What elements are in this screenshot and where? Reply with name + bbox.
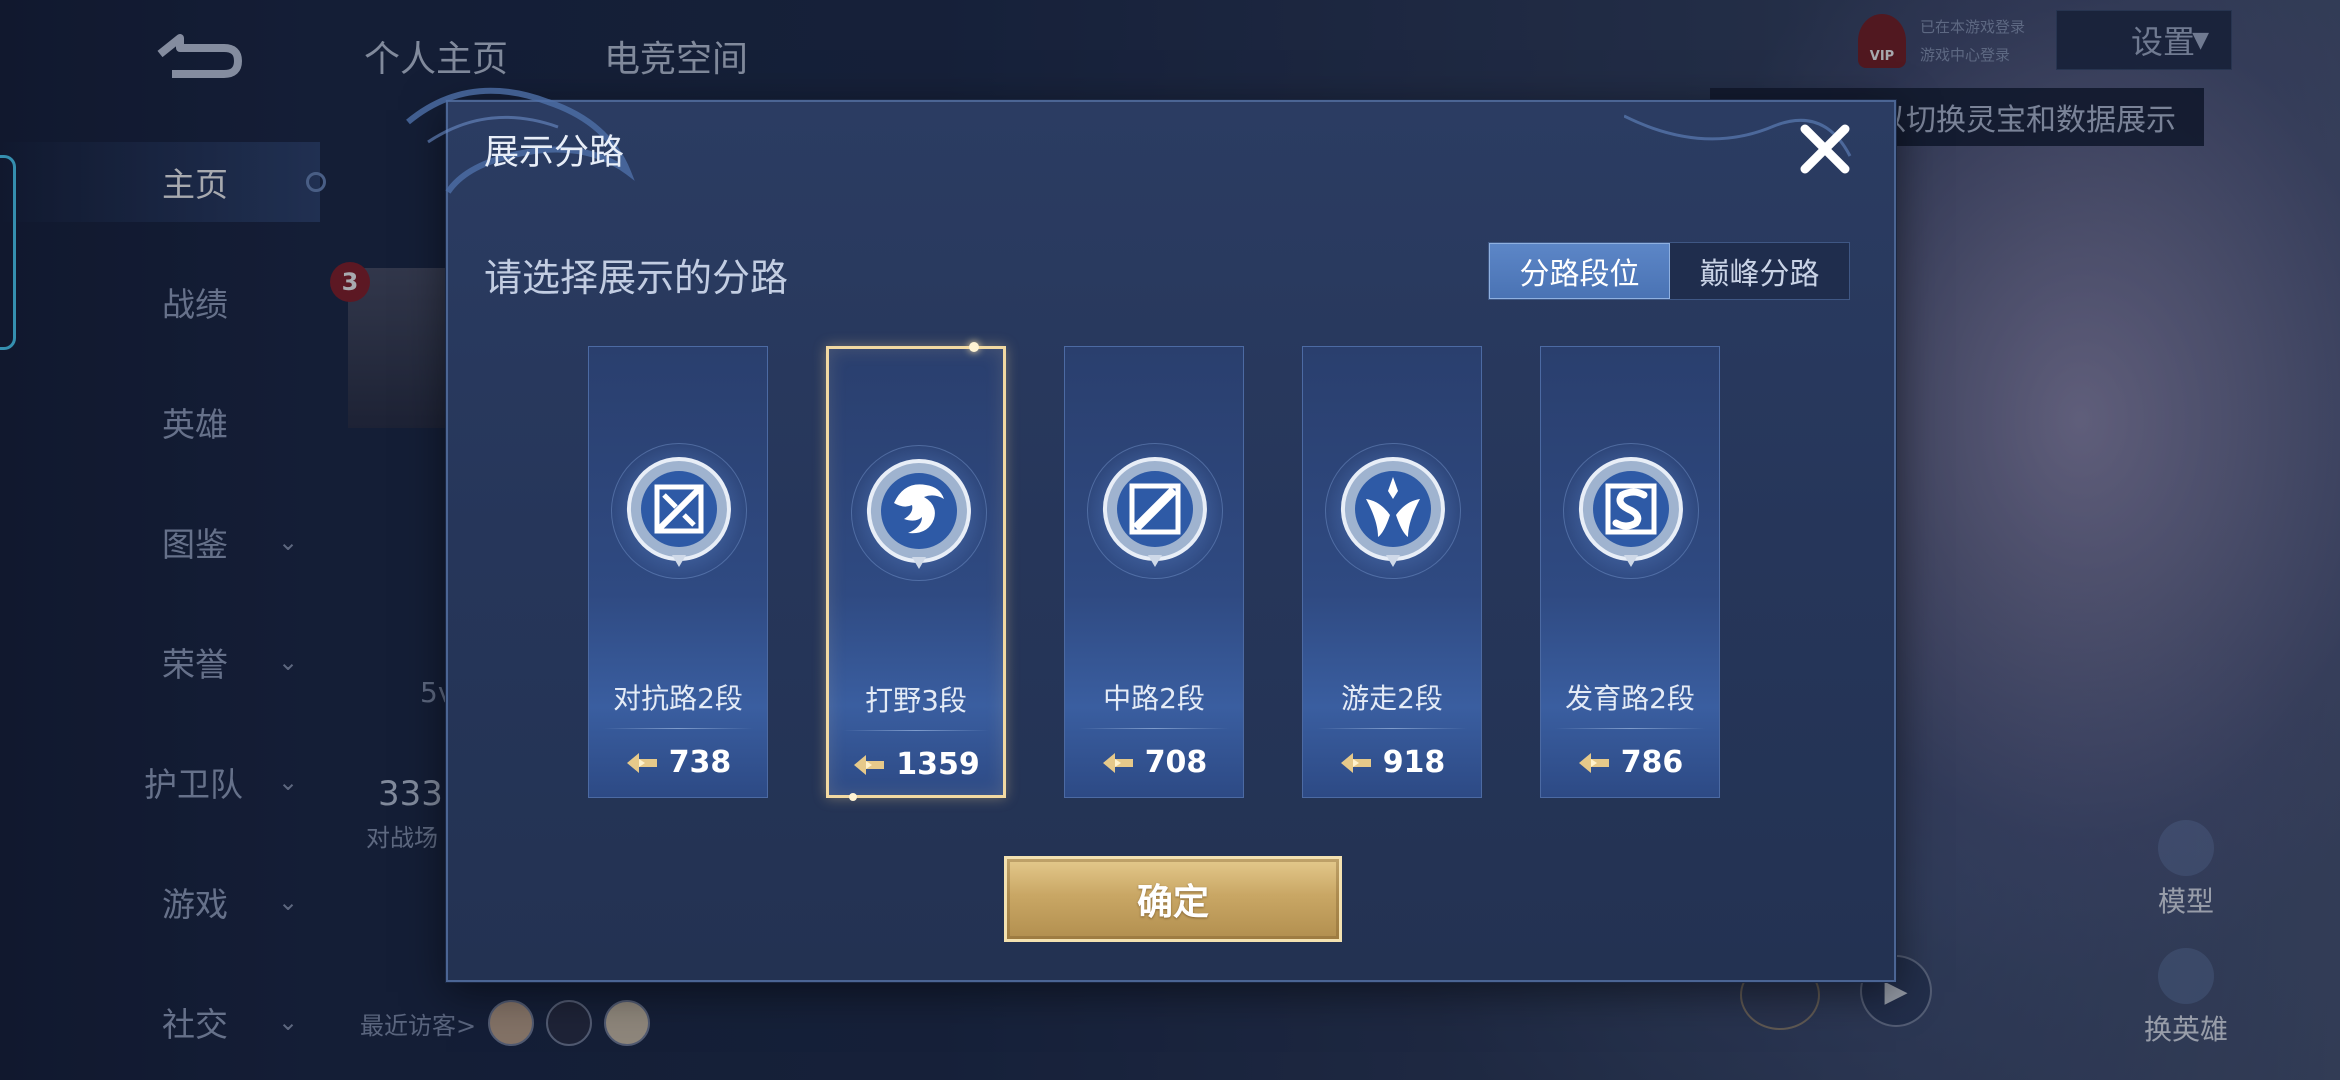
lane-card-mid[interactable]: 中路2段 708 bbox=[1064, 346, 1244, 798]
lane-score: 918 bbox=[1303, 745, 1481, 780]
farm-lane-icon bbox=[1579, 457, 1683, 567]
rank-points-icon bbox=[626, 752, 657, 773]
card-divider bbox=[1317, 728, 1467, 729]
lane-name: 发育路2段 bbox=[1565, 682, 1695, 715]
lane-score: 1359 bbox=[829, 747, 1003, 782]
jungle-dragon-icon bbox=[867, 459, 971, 569]
lane-display-dialog: 展示分路 请选择展示的分路 分路段位 巅峰分路 对抗路2段 738 打野3段 1… bbox=[406, 87, 1896, 982]
clash-lane-icon bbox=[627, 457, 731, 567]
rank-points-icon bbox=[1578, 752, 1609, 773]
lane-score: 738 bbox=[589, 745, 767, 780]
lane-score-value: 786 bbox=[1620, 745, 1684, 780]
lane-card-farm[interactable]: 发育路2段 786 bbox=[1540, 346, 1720, 798]
toggle-peak-lane[interactable]: 巅峰分路 bbox=[1670, 243, 1849, 299]
rank-points-icon bbox=[1340, 752, 1371, 773]
lane-score: 708 bbox=[1065, 745, 1243, 780]
lane-name: 对抗路2段 bbox=[613, 682, 743, 715]
lane-score-value: 708 bbox=[1144, 745, 1208, 780]
lane-score-value: 918 bbox=[1382, 745, 1446, 780]
card-divider bbox=[1079, 728, 1229, 729]
lane-cards: 对抗路2段 738 打野3段 1359 中路2段 708 游走2段 918 发育… bbox=[588, 342, 1758, 801]
close-button[interactable] bbox=[1790, 114, 1860, 184]
lane-name: 打野3段 bbox=[865, 684, 967, 717]
confirm-button[interactable]: 确定 bbox=[1004, 856, 1342, 942]
display-mode-toggle: 分路段位 巅峰分路 bbox=[1488, 242, 1850, 300]
lane-score: 786 bbox=[1541, 745, 1719, 780]
toggle-lane-rank[interactable]: 分路段位 bbox=[1489, 243, 1670, 299]
card-divider bbox=[603, 728, 753, 729]
close-icon bbox=[1800, 124, 1850, 174]
rank-points-icon bbox=[1102, 752, 1133, 773]
roam-wings-icon bbox=[1341, 457, 1445, 567]
lane-card-roam[interactable]: 游走2段 918 bbox=[1302, 346, 1482, 798]
dialog-title: 展示分路 bbox=[484, 133, 625, 173]
mid-lane-icon bbox=[1103, 457, 1207, 567]
rank-points-icon bbox=[854, 754, 885, 775]
card-divider bbox=[843, 730, 989, 731]
lane-name: 中路2段 bbox=[1103, 682, 1205, 715]
card-divider bbox=[1555, 728, 1705, 729]
lane-card-clash[interactable]: 对抗路2段 738 bbox=[588, 346, 768, 798]
lane-name: 游走2段 bbox=[1341, 682, 1443, 715]
lane-score-value: 738 bbox=[668, 745, 732, 780]
lane-card-jungle[interactable]: 打野3段 1359 bbox=[826, 342, 1006, 801]
lane-score-value: 1359 bbox=[896, 747, 980, 782]
selection-prompt: 请选择展示的分路 bbox=[484, 256, 789, 300]
